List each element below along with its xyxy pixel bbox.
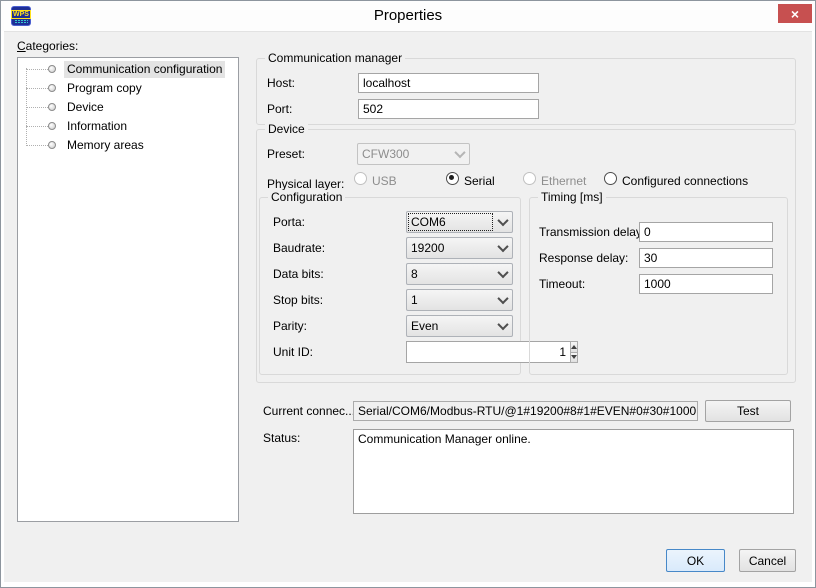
status-label: Status: <box>263 431 300 445</box>
tree-bullet-icon <box>48 122 56 130</box>
cancel-button[interactable]: Cancel <box>739 549 796 572</box>
port-label: Port: <box>267 102 292 116</box>
baudrate-label: Baudrate: <box>273 241 325 255</box>
unit-id-label: Unit ID: <box>273 345 313 359</box>
porta-value: COM6 <box>407 212 494 232</box>
radio-serial[interactable] <box>446 172 459 185</box>
tree-connector <box>26 88 48 89</box>
device-group-title: Device <box>265 122 308 137</box>
tree-bullet-icon <box>48 103 56 111</box>
current-connection-label: Current connec... <box>263 404 355 418</box>
test-button[interactable]: Test <box>705 400 791 422</box>
chevron-down-icon <box>494 290 512 310</box>
preset-value: CFW300 <box>358 144 451 164</box>
tree-bullet-icon <box>48 141 56 149</box>
tree-item-program-copy[interactable]: Program copy <box>18 79 238 97</box>
properties-dialog: WPS Properties × Categories: Communicati… <box>0 0 816 588</box>
data-bits-label: Data bits: <box>273 267 324 281</box>
categories-tree: Communication configuration Program copy… <box>17 57 239 522</box>
tree-item-label: Device <box>64 99 107 116</box>
communication-manager-group-title: Communication manager <box>265 51 405 66</box>
tree-connector <box>26 126 48 127</box>
stop-bits-value: 1 <box>407 290 494 310</box>
radio-ethernet-label: Ethernet <box>541 174 586 188</box>
close-icon: × <box>791 6 799 22</box>
tree-item-device[interactable]: Device <box>18 98 238 116</box>
transmission-delay-input[interactable] <box>639 222 773 242</box>
categories-label-mnemonic: C <box>17 39 26 53</box>
chevron-down-icon <box>494 264 512 284</box>
tree-item-communication-configuration[interactable]: Communication configuration <box>18 60 238 78</box>
response-delay-input[interactable] <box>639 248 773 268</box>
tree-item-label: Communication configuration <box>64 61 225 78</box>
unit-id-spinner <box>406 341 513 363</box>
ok-button[interactable]: OK <box>666 549 725 572</box>
tree-item-label: Program copy <box>64 80 145 97</box>
chevron-down-icon <box>494 212 512 232</box>
configuration-group-title: Configuration <box>268 190 345 205</box>
parity-value: Even <box>407 316 494 336</box>
porta-dropdown[interactable]: COM6 <box>406 211 513 233</box>
current-connection-field: Serial/COM6/Modbus-RTU/@1#19200#8#1#EVEN… <box>353 401 698 421</box>
tree-item-label: Information <box>64 118 130 135</box>
status-textarea[interactable]: Communication Manager online. <box>353 429 794 514</box>
preset-dropdown: CFW300 <box>357 143 470 165</box>
physical-layer-label: Physical layer: <box>267 177 344 191</box>
tree-item-information[interactable]: Information <box>18 117 238 135</box>
port-input[interactable] <box>358 99 539 119</box>
baudrate-dropdown[interactable]: 19200 <box>406 237 513 259</box>
data-bits-dropdown[interactable]: 8 <box>406 263 513 285</box>
close-button[interactable]: × <box>778 4 812 23</box>
tree-item-label: Memory areas <box>64 137 147 154</box>
host-input[interactable] <box>358 73 539 93</box>
parity-dropdown[interactable]: Even <box>406 315 513 337</box>
data-bits-value: 8 <box>407 264 494 284</box>
response-delay-label: Response delay: <box>539 251 628 265</box>
timeout-input[interactable] <box>639 274 773 294</box>
tree-bullet-icon <box>48 84 56 92</box>
parity-label: Parity: <box>273 319 307 333</box>
radio-usb-label: USB <box>372 174 397 188</box>
radio-usb <box>354 172 367 185</box>
radio-configured-connections-label: Configured connections <box>622 174 748 188</box>
radio-serial-label: Serial <box>464 174 495 188</box>
radio-configured-connections[interactable] <box>604 172 617 185</box>
timeout-label: Timeout: <box>539 277 585 291</box>
host-label: Host: <box>267 76 295 90</box>
preset-label: Preset: <box>267 147 305 161</box>
radio-ethernet <box>523 172 536 185</box>
tree-connector <box>26 145 48 146</box>
timing-group-title: Timing [ms] <box>538 190 606 205</box>
stop-bits-dropdown[interactable]: 1 <box>406 289 513 311</box>
stop-bits-label: Stop bits: <box>273 293 323 307</box>
tree-connector <box>26 107 48 108</box>
titlebar: WPS Properties × <box>1 1 815 31</box>
chevron-down-icon <box>494 316 512 336</box>
chevron-down-icon <box>451 144 469 164</box>
transmission-delay-label: Transmission delay: <box>539 225 645 239</box>
window-title: Properties <box>1 1 815 31</box>
tree-item-memory-areas[interactable]: Memory areas <box>18 136 238 154</box>
tree-connector <box>26 69 48 70</box>
tree-bullet-icon <box>48 65 56 73</box>
categories-label-rest: ategories: <box>26 39 79 53</box>
chevron-down-icon <box>494 238 512 258</box>
porta-label: Porta: <box>273 215 305 229</box>
categories-label: Categories: <box>17 39 78 53</box>
baudrate-value: 19200 <box>407 238 494 258</box>
